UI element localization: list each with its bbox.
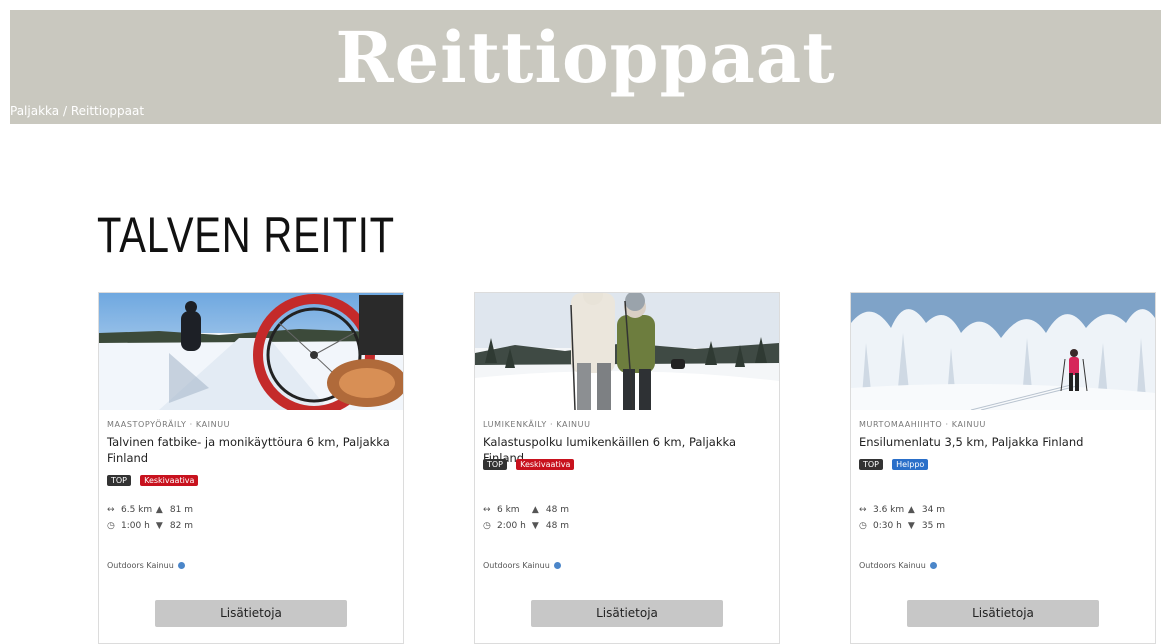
- route-category: MURTOMAAHIIHTO · KAINUU: [859, 420, 986, 429]
- verified-badge-icon: [554, 562, 562, 569]
- top-badge: TOP: [859, 459, 884, 470]
- route-provider[interactable]: Outdoors Kainuu: [859, 561, 938, 570]
- route-badges: TOP Keskivaativa: [107, 475, 202, 494]
- clock-icon: ◷: [483, 521, 491, 531]
- triangle-down-icon: ▼: [907, 521, 915, 531]
- top-badge: TOP: [483, 459, 508, 470]
- more-info-button[interactable]: Lisätietoja: [155, 600, 347, 627]
- route-title[interactable]: Talvinen fatbike- ja monikäyttöura 6 km,…: [107, 434, 392, 466]
- horizontal-arrows-icon: ↔: [859, 505, 867, 515]
- breadcrumb-separator: /: [62, 104, 67, 118]
- route-card-snowshoe[interactable]: LUMIKENKÄILY · KAINUU Kalastuspolku lumi…: [474, 292, 780, 644]
- descent-value: 48 m: [545, 521, 569, 531]
- section-title: TALVEN REITIT: [97, 207, 395, 263]
- route-image-fatbike[interactable]: [99, 293, 403, 410]
- more-info-button[interactable]: Lisätietoja: [907, 600, 1099, 627]
- route-card-crosscountry[interactable]: MURTOMAAHIIHTO · KAINUU Ensilumenlatu 3,…: [850, 292, 1156, 644]
- provider-name: Outdoors Kainuu: [483, 561, 550, 570]
- breadcrumb-current: Reittioppaat: [70, 104, 145, 118]
- route-stats: ↔ 6.5 km ▲ 81 m ◷ 1:00 h ▼ 82 m: [107, 505, 202, 537]
- horizontal-arrows-icon: ↔: [107, 505, 115, 515]
- route-image-snowshoe[interactable]: [475, 293, 779, 410]
- route-badges: TOP Helppo: [859, 459, 932, 478]
- triangle-down-icon: ▼: [531, 521, 539, 531]
- page-title: Reittioppaat: [335, 16, 836, 99]
- route-badges: TOP Keskivaativa: [483, 459, 578, 478]
- clock-icon: ◷: [107, 521, 115, 531]
- difficulty-badge: Helppo: [892, 459, 929, 470]
- clock-icon: ◷: [859, 521, 867, 531]
- more-info-button[interactable]: Lisätietoja: [531, 600, 723, 627]
- route-category: MAASTOPYÖRÄILY · KAINUU: [107, 420, 231, 429]
- triangle-up-icon: ▲: [531, 505, 539, 515]
- verified-badge-icon: [930, 562, 938, 569]
- route-stats: ↔ 3.6 km ▲ 34 m ◷ 0:30 h ▼ 35 m: [859, 505, 954, 537]
- triangle-up-icon: ▲: [155, 505, 163, 515]
- distance-value: 3.6 km: [873, 505, 905, 515]
- verified-badge-icon: [178, 562, 186, 569]
- difficulty-badge: Keskivaativa: [140, 475, 199, 486]
- route-image-crosscountry[interactable]: [851, 293, 1155, 410]
- ascent-value: 34 m: [921, 505, 945, 515]
- duration-value: 1:00 h: [121, 521, 150, 531]
- route-stats: ↔ 6 km ▲ 48 m ◷ 2:00 h ▼ 48 m: [483, 505, 578, 537]
- ascent-value: 81 m: [169, 505, 193, 515]
- route-title[interactable]: Ensilumenlatu 3,5 km, Paljakka Finland: [859, 434, 1144, 450]
- provider-name: Outdoors Kainuu: [107, 561, 174, 570]
- route-card-fatbike[interactable]: MAASTOPYÖRÄILY · KAINUU Talvinen fatbike…: [98, 292, 404, 644]
- top-badge: TOP: [107, 475, 132, 486]
- duration-value: 0:30 h: [873, 521, 902, 531]
- breadcrumb: Paljakka / Reittioppaat: [10, 104, 144, 118]
- triangle-down-icon: ▼: [155, 521, 163, 531]
- hero-banner: Reittioppaat Paljakka / Reittioppaat: [10, 10, 1161, 124]
- horizontal-arrows-icon: ↔: [483, 505, 491, 515]
- distance-value: 6.5 km: [121, 505, 153, 515]
- duration-value: 2:00 h: [497, 521, 526, 531]
- distance-value: 6 km: [497, 505, 520, 515]
- descent-value: 35 m: [921, 521, 945, 531]
- difficulty-badge: Keskivaativa: [516, 459, 575, 470]
- triangle-up-icon: ▲: [907, 505, 915, 515]
- breadcrumb-home-link[interactable]: Paljakka: [10, 104, 59, 118]
- route-provider[interactable]: Outdoors Kainuu: [107, 561, 186, 570]
- route-provider[interactable]: Outdoors Kainuu: [483, 561, 562, 570]
- route-category: LUMIKENKÄILY · KAINUU: [483, 420, 591, 429]
- provider-name: Outdoors Kainuu: [859, 561, 926, 570]
- ascent-value: 48 m: [545, 505, 569, 515]
- descent-value: 82 m: [169, 521, 193, 531]
